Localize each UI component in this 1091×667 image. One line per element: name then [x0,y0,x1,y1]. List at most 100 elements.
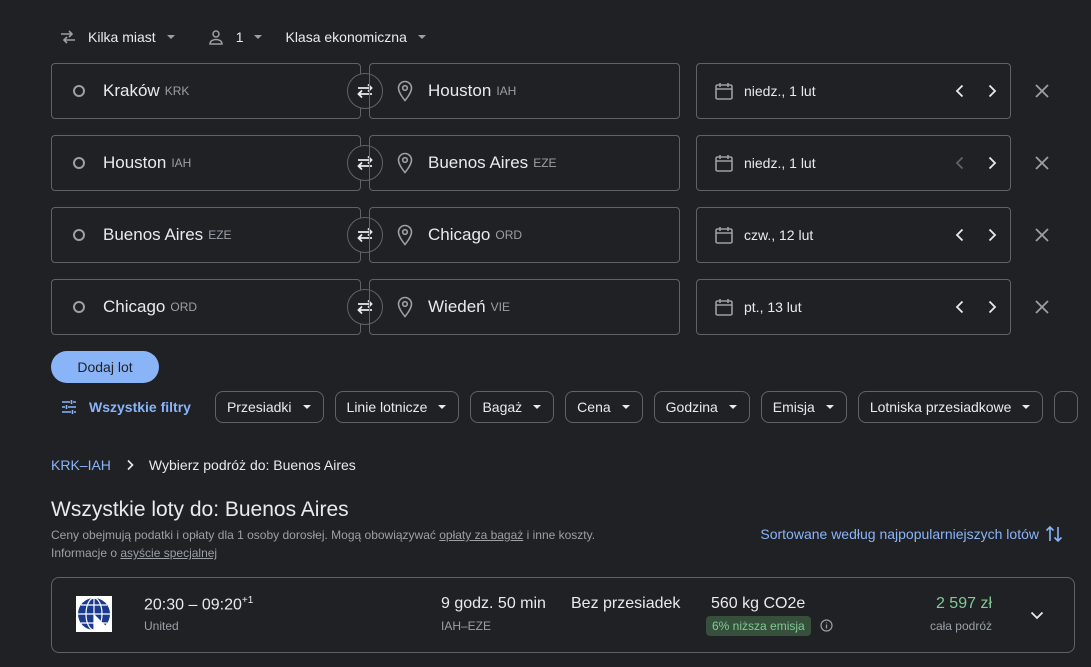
next-date-button[interactable] [976,219,1008,251]
all-filters-button[interactable]: Wszystkie filtry [60,398,191,416]
chevron-right-icon [988,228,997,242]
next-date-button[interactable] [976,147,1008,179]
destination-input[interactable]: Buenos Aires EZE [369,135,680,191]
calendar-icon [715,299,733,316]
add-flight-button[interactable]: Dodaj lot [51,351,159,383]
chip-label: Cena [577,399,611,415]
filter-price[interactable]: Cena [565,391,643,423]
next-date-button[interactable] [976,75,1008,107]
origin-circle-icon [73,157,85,169]
origin-input[interactable]: Buenos Aires EZE [51,207,361,263]
flight-duration: 9 godz. 50 min [441,595,546,612]
departure-arrival: 20:30 – 09:20 [144,596,242,614]
next-date-button[interactable] [976,291,1008,323]
filter-more[interactable] [1054,391,1079,423]
cabin-class-dropdown[interactable]: Klasa ekonomiczna [285,24,426,50]
close-icon [1035,228,1049,242]
destination-input[interactable]: Wiedeń VIE [369,279,680,335]
disclaimer-text: Ceny obejmują podatki i opłaty dla 1 oso… [51,528,440,542]
sort-button[interactable]: Sortowane według najpopularniejszych lot… [760,524,1063,544]
airline-name: United [144,619,179,633]
flight-route: IAH–EZE [441,619,492,633]
caret-down-icon [621,405,630,409]
info-icon[interactable] [820,619,833,632]
previous-date-button[interactable] [944,75,976,107]
expand-button[interactable] [1022,600,1052,630]
previous-date-button[interactable] [944,219,976,251]
flight-leg-row: Buenos Aires EZE Chicago ORD czw., 12 lu… [51,207,1061,263]
previous-date-button[interactable] [944,291,976,323]
flight-leg-row: Kraków KRK Houston IAH niedz., 1 lut [51,63,1061,119]
date-input[interactable]: niedz., 1 lut [696,63,1011,119]
close-icon [1035,156,1049,170]
passengers-dropdown[interactable]: 1 [206,24,264,50]
date-input[interactable]: niedz., 1 lut [696,135,1011,191]
multi-city-icon [58,27,78,47]
close-icon [1035,84,1049,98]
chip-label: Przesiadki [226,399,292,415]
chevron-right-icon [988,156,997,170]
date-input[interactable]: pt., 13 lut [696,279,1011,335]
airline-logo [76,596,112,632]
origin-input[interactable]: Houston IAH [51,135,361,191]
destination-code: ORD [495,228,523,242]
all-filters-label: Wszystkie filtry [89,399,191,415]
origin-input[interactable]: Chicago ORD [51,279,361,335]
origin-city: Chicago [103,297,166,316]
date-value: niedz., 1 lut [744,83,816,99]
trip-type-dropdown[interactable]: Kilka miast [58,24,176,50]
filter-airlines[interactable]: Linie lotnicze [334,391,460,423]
destination-code: EZE [533,156,557,170]
origin-code: IAH [171,156,192,170]
origin-city: Kraków [103,81,160,100]
destination-input[interactable]: Houston IAH [369,63,680,119]
location-pin-icon [397,152,413,174]
origin-code: KRK [164,84,190,98]
filter-stops[interactable]: Przesiadki [214,391,324,423]
filter-emissions[interactable]: Emisja [760,391,847,423]
location-pin-icon [397,296,413,318]
date-value: pt., 13 lut [744,299,802,315]
chevron-left-icon [955,156,964,170]
price-disclaimer: Ceny obejmują podatki i opłaty dla 1 oso… [51,526,691,562]
destination-input[interactable]: Chicago ORD [369,207,680,263]
origin-city: Buenos Aires [103,225,204,244]
filter-bags[interactable]: Bagaż [470,391,555,423]
cabin-class-label: Klasa ekonomiczna [285,29,407,45]
origin-input[interactable]: Kraków KRK [51,63,361,119]
previous-date-button[interactable] [944,147,976,179]
remove-leg-button[interactable] [1028,293,1056,321]
remove-leg-button[interactable] [1028,221,1056,249]
destination-city: Houston [428,81,492,100]
caret-down-icon [728,405,737,409]
breadcrumb-first-leg[interactable]: KRK–IAH [51,457,111,473]
destination-code: IAH [496,84,517,98]
results-title: Wszystkie loty do: Buenos Aires [51,498,349,521]
filter-connecting-airports[interactable]: Lotniska przesiadkowe [857,391,1044,423]
date-input[interactable]: czw., 12 lut [696,207,1011,263]
sort-icon [1045,525,1063,543]
remove-leg-button[interactable] [1028,77,1056,105]
filter-times[interactable]: Godzina [653,391,750,423]
chip-label: Linie lotnicze [346,399,428,415]
filters-bar: Wszystkie filtry Przesiadki Linie lotnic… [60,391,1091,423]
location-pin-icon [397,224,413,246]
flight-result-card[interactable]: 20:30 – 09:20+1 United 9 godz. 50 min IA… [51,577,1075,653]
chevron-left-icon [955,300,964,314]
remove-leg-button[interactable] [1028,149,1056,177]
destination-city: Wiedeń [428,297,486,316]
calendar-icon [715,83,733,100]
baggage-fees-link[interactable]: opłaty za bagaż [439,528,523,542]
chip-label: Godzina [665,399,718,415]
origin-code: ORD [170,300,198,314]
special-assistance-link[interactable]: asyście specjalnej [120,546,217,560]
origin-circle-icon [73,85,85,97]
location-pin-icon [397,80,413,102]
origin-circle-icon [73,229,85,241]
search-options-bar: Kilka miast 1 Klasa ekonomiczna [58,24,427,50]
destination-city: Chicago [428,225,491,244]
day-offset: +1 [241,595,254,606]
price-note: cała podróż [929,619,992,633]
caret-down-icon [254,35,263,39]
date-value: czw., 12 lut [744,227,814,243]
